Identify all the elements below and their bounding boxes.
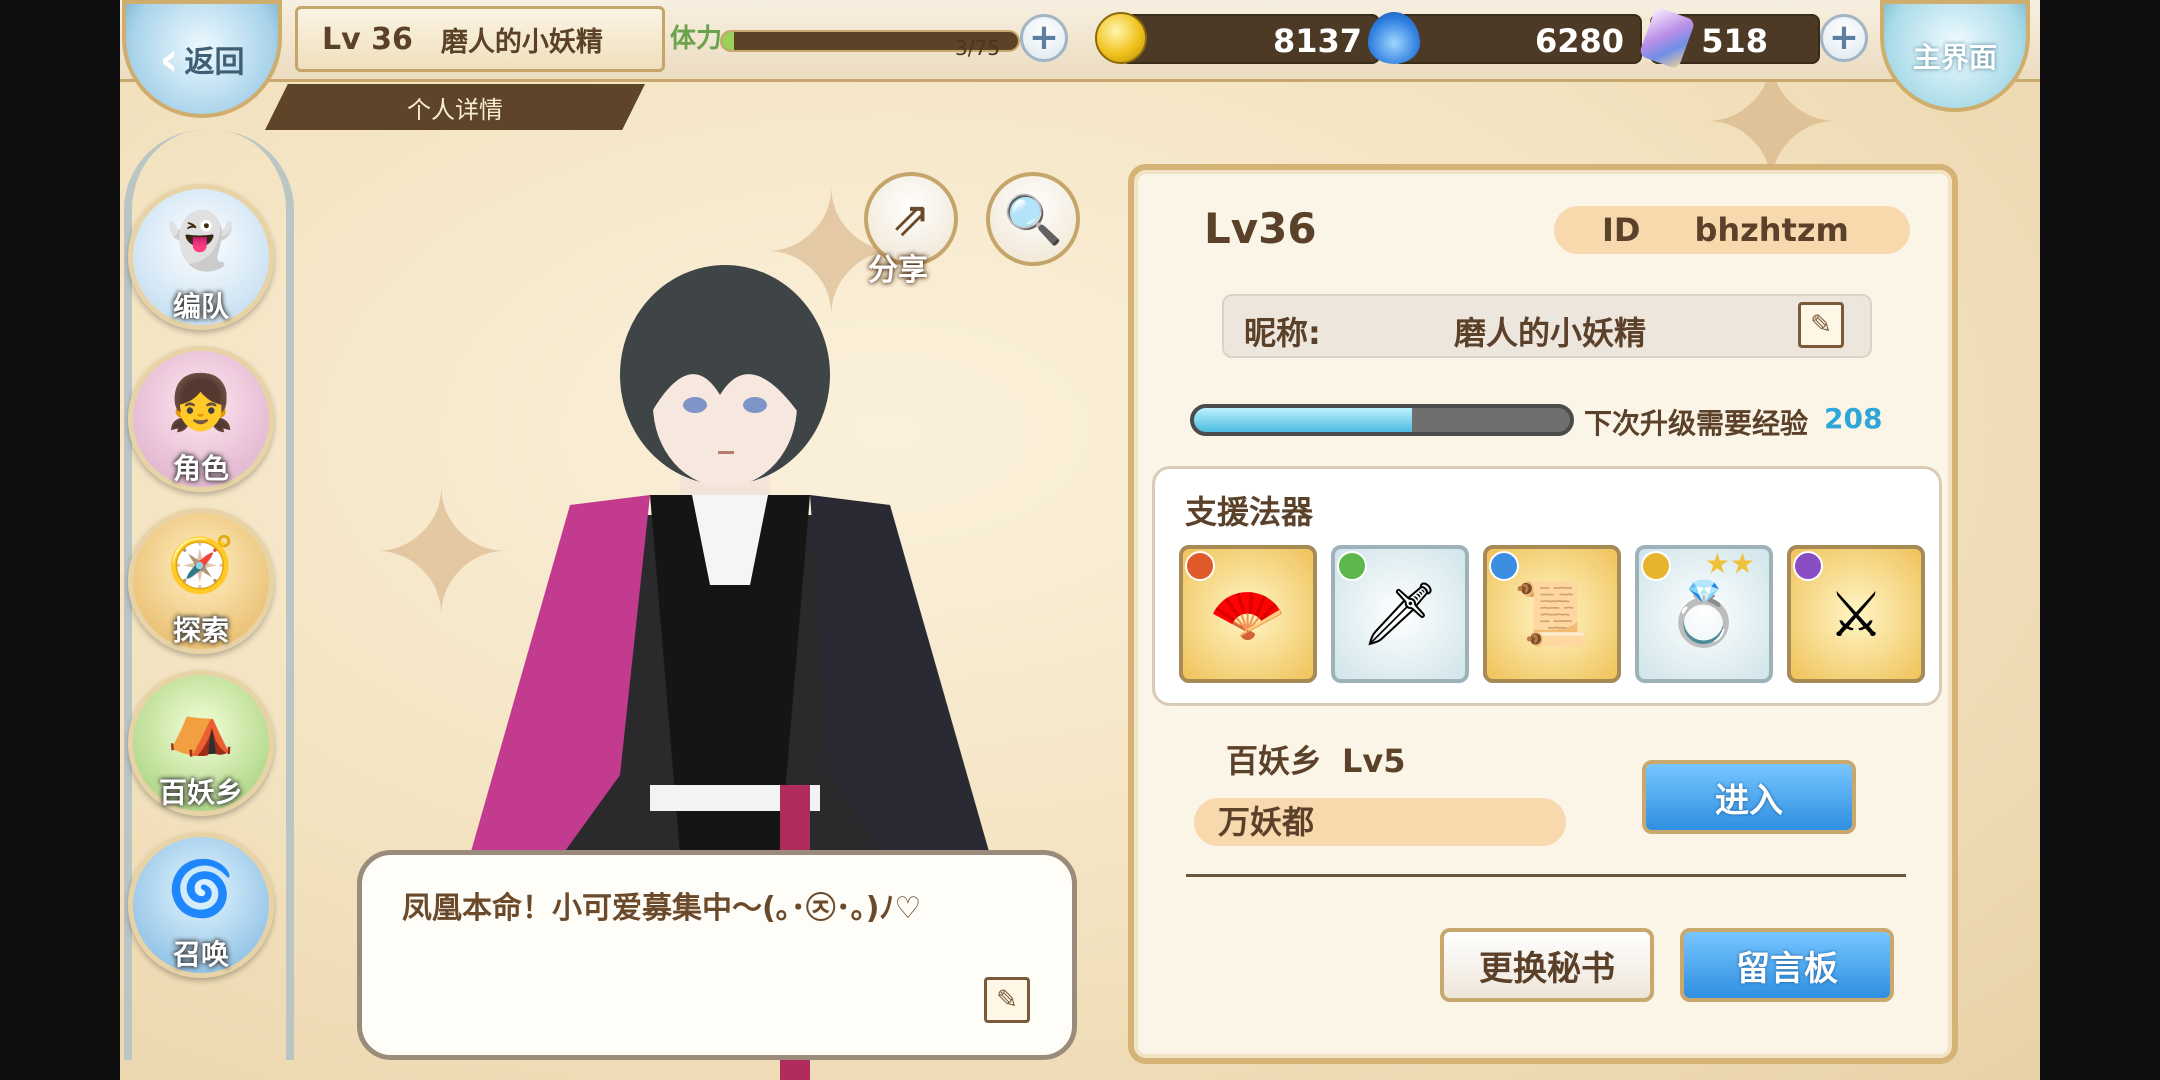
game-screen: ✦ ✦ ✦ ‹ 返回 Lv 36 磨人的小妖精 个人详情 体力 3/75 + 8… [120, 0, 2040, 1080]
fire-element-icon [1185, 551, 1215, 581]
profile-panel: Lv36 ID bhzhtzm 昵称: 磨人的小妖精 ✎ 下次升级需要经验 20… [1128, 164, 1958, 1064]
speech-bubble: 凤凰本命！小可爱募集中～(｡･㉨･｡)ﾉ♡ ✎ [357, 850, 1077, 1060]
change-secretary-button[interactable]: 更换秘书 [1440, 928, 1654, 1002]
message-board-button[interactable]: 留言板 [1680, 928, 1894, 1002]
nav-summon[interactable]: 🌀 召唤 [128, 832, 274, 978]
enter-village-button[interactable]: 进入 [1642, 760, 1856, 834]
summon-icon: 🌀 [167, 857, 235, 920]
exp-value: 208 [1824, 402, 1883, 435]
left-letterbox [0, 0, 120, 1080]
support-title: 支援法器 [1185, 493, 1314, 531]
nickname-value: 磨人的小妖精 [1454, 314, 1647, 352]
stamina-label: 体力 [670, 24, 723, 54]
right-letterbox [2040, 0, 2160, 1080]
support-artifacts-box: 支援法器 🪭 🗡 📜 ★★ 💍 ⚔ [1152, 466, 1942, 706]
change-secretary-label: 更换秘书 [1479, 948, 1615, 989]
gold-value: 8137 [1272, 22, 1362, 60]
player-name: 磨人的小妖精 [440, 26, 603, 58]
tab-personal-details[interactable]: 个人详情 [265, 84, 645, 130]
exp-fill [1194, 408, 1413, 432]
tab-label: 个人详情 [407, 95, 503, 124]
home-button[interactable]: 主界面 [1880, 0, 2030, 112]
player-level: Lv 36 [322, 21, 413, 57]
village-level: Lv5 [1342, 742, 1406, 780]
nav-summon-label: 召唤 [172, 938, 229, 971]
home-label: 主界面 [1912, 41, 1997, 74]
player-id-badge: ID bhzhtzm [1554, 206, 1910, 254]
crystal-value: 518 [1701, 22, 1768, 60]
add-crystal-button[interactable]: + [1820, 14, 1868, 62]
id-value: bhzhtzm [1694, 211, 1849, 249]
add-stamina-button[interactable]: + [1020, 14, 1068, 62]
nav-team[interactable]: 👻 编队 [128, 184, 274, 330]
ring-icon: 💍 [1665, 577, 1743, 650]
back-label: 返回 [184, 45, 245, 80]
nav-character-label: 角色 [172, 452, 229, 485]
edit-signature-icon[interactable]: ✎ [984, 977, 1030, 1023]
village-info: 百妖乡 Lv5 [1226, 736, 1406, 782]
nickname-label: 昵称: [1244, 314, 1321, 352]
explore-icon: 🧭 [167, 533, 235, 596]
artifact-slot-3[interactable]: 📜 [1483, 545, 1621, 683]
team-icon: 👻 [167, 209, 235, 272]
water-element-icon [1489, 551, 1519, 581]
dark-element-icon [1793, 551, 1823, 581]
edit-nickname-icon[interactable]: ✎ [1798, 302, 1844, 348]
artifact-slot-4[interactable]: ★★ 💍 [1635, 545, 1773, 683]
id-label: ID [1602, 211, 1641, 249]
village-name: 万妖都 [1194, 798, 1566, 846]
light-element-icon [1641, 551, 1671, 581]
wind-element-icon [1337, 551, 1367, 581]
artifact-slot-2[interactable]: 🗡 [1331, 545, 1469, 683]
stamina-meter: 体力 3/75 [670, 14, 1070, 62]
divider [1186, 874, 1906, 877]
artifact-slot-1[interactable]: 🪭 [1179, 545, 1317, 683]
green-blade-icon: 🗡 [1360, 577, 1440, 650]
nav-explore[interactable]: 🧭 探索 [128, 508, 274, 654]
message-board-label: 留言板 [1736, 948, 1838, 989]
profile-level: Lv36 [1204, 204, 1317, 253]
magnifier-icon: 🔍 [1003, 191, 1063, 248]
star-rating: ★★ [1704, 547, 1755, 580]
enter-label: 进入 [1715, 780, 1783, 821]
gold-coin-icon [1095, 12, 1147, 64]
back-button[interactable]: ‹ 返回 [122, 0, 282, 118]
share-icon: ⇗ [890, 191, 932, 247]
search-button[interactable]: 🔍 [986, 172, 1080, 266]
nickname-field: 昵称: 磨人的小妖精 ✎ [1222, 294, 1872, 358]
back-arrow-icon: ‹ [159, 32, 179, 86]
scroll-icon: 📜 [1513, 577, 1591, 650]
artifact-slot-5[interactable]: ⚔ [1787, 545, 1925, 683]
spirit-value: 6280 [1534, 22, 1624, 60]
nav-village-label: 百妖乡 [158, 776, 243, 809]
village-label: 百妖乡 [1226, 742, 1323, 780]
exp-label: 下次升级需要经验 [1584, 407, 1809, 440]
nav-village[interactable]: ⛺ 百妖乡 [128, 670, 274, 816]
sword-icon: ⚔ [1828, 577, 1884, 651]
nav-explore-label: 探索 [172, 614, 229, 647]
spirit-counter: 6280 [1392, 14, 1642, 64]
nav-team-label: 编队 [172, 290, 229, 323]
bubble-text: 凤凰本命！小可爱募集中～(｡･㉨･｡)ﾉ♡ [402, 891, 922, 926]
nav-character[interactable]: 👧 角色 [128, 346, 274, 492]
character-icon: 👧 [167, 371, 235, 434]
gold-counter: 8137 [1120, 14, 1380, 64]
stamina-value: 3/75 [955, 36, 1000, 60]
village-icon: ⛺ [167, 695, 235, 758]
exp-progress-bar [1190, 404, 1574, 436]
player-title-plate: Lv 36 磨人的小妖精 [295, 6, 665, 72]
fan-icon: 🪭 [1209, 577, 1287, 650]
